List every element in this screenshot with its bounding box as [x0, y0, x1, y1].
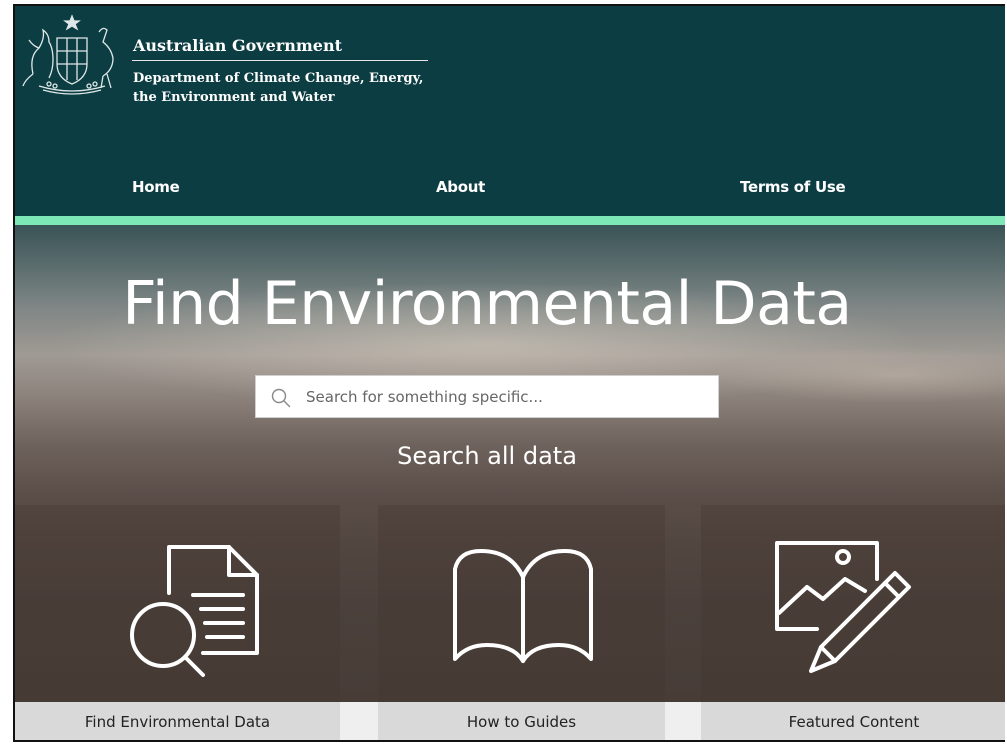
browser-viewport: Australian Government Department of Clim…: [13, 4, 1005, 742]
coat-of-arms-logo[interactable]: [19, 12, 125, 96]
government-title: Australian Government: [133, 36, 342, 55]
open-book-icon[interactable]: [451, 547, 595, 667]
nav-home[interactable]: Home: [132, 178, 180, 196]
search-icon: [271, 388, 291, 408]
hero-title: Find Environmental Data: [122, 269, 852, 339]
document-search-icon[interactable]: [127, 543, 263, 679]
department-line-1: Department of Climate Change, Energy,: [133, 71, 424, 86]
site-header: Australian Government Department of Clim…: [15, 6, 1005, 225]
main-navigation: Home About Terms of Use: [15, 178, 1005, 202]
nav-about[interactable]: About: [436, 178, 485, 196]
tile-divider: [665, 702, 701, 740]
search-all-data-link[interactable]: Search all data: [255, 442, 719, 470]
header-accent-bar: [15, 216, 1005, 225]
nav-terms-of-use[interactable]: Terms of Use: [740, 178, 846, 196]
tile-featured-content[interactable]: Featured Content: [701, 702, 1005, 740]
image-edit-icon[interactable]: [773, 539, 921, 679]
department-line-2: the Environment and Water: [133, 90, 335, 105]
tile-how-to-guides[interactable]: How to Guides: [378, 702, 665, 740]
search-box[interactable]: [255, 375, 719, 418]
hero-section: Find Environmental Data Search all data: [15, 225, 1005, 740]
search-input[interactable]: [306, 376, 706, 417]
tile-find-environmental-data[interactable]: Find Environmental Data: [15, 702, 340, 740]
department-name: Department of Climate Change, Energy, th…: [133, 69, 473, 107]
header-divider: [132, 60, 428, 61]
tile-divider: [340, 702, 378, 740]
